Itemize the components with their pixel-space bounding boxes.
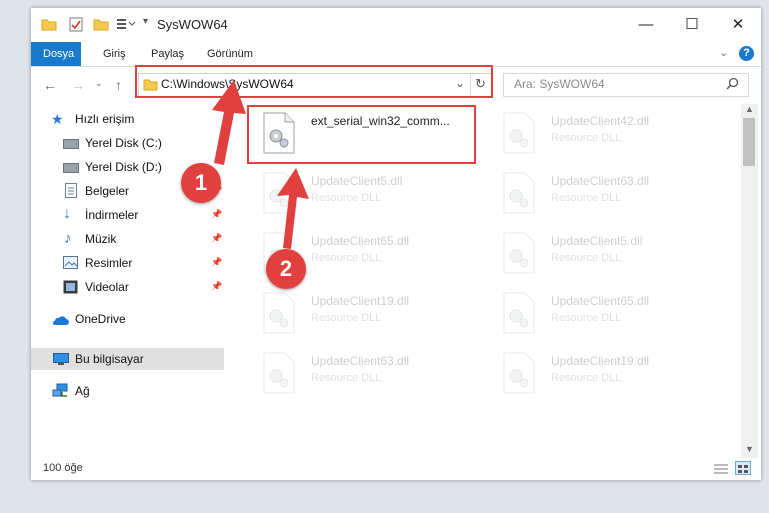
step-marker-1: 1 <box>181 163 221 203</box>
annotation-arrows <box>212 80 309 249</box>
arrow-1-icon <box>212 80 246 165</box>
arrow-2-icon <box>277 168 309 249</box>
step-marker-2: 2 <box>266 249 306 289</box>
